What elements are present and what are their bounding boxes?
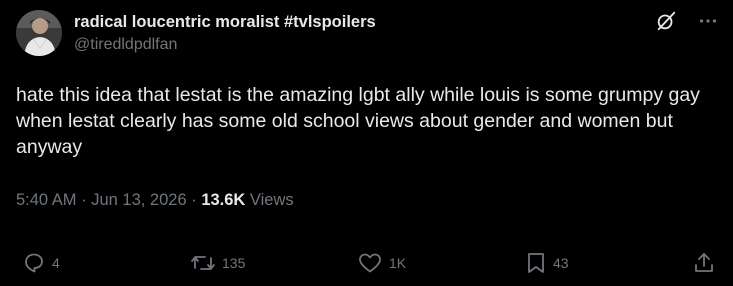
profile-photo-icon	[16, 10, 62, 56]
reply-icon	[25, 253, 43, 273]
tweet-date[interactable]: Jun 13, 2026	[91, 191, 186, 209]
tweet-text: hate this idea that lestat is the amazin…	[16, 84, 700, 158]
bookmark-icon	[528, 253, 544, 273]
grok-icon	[657, 11, 676, 31]
like-count: 1K	[389, 255, 407, 271]
repost-count: 135	[222, 255, 246, 271]
like-button[interactable]: 1K	[357, 248, 406, 278]
tweet-meta: 5:40 AM · Jun 13, 2026 · 13.6K Views	[16, 189, 294, 211]
bookmark-count: 43	[553, 255, 569, 271]
repost-icon	[191, 256, 215, 270]
display-name[interactable]: radical loucentric moralist #tvlspoilers	[74, 11, 376, 33]
header-actions	[655, 10, 719, 32]
tweet-time[interactable]: 5:40 AM	[16, 191, 77, 209]
bookmark-button[interactable]: 43	[525, 248, 569, 278]
heart-icon	[359, 253, 381, 273]
more-icon	[699, 19, 717, 23]
meta-separator: ·	[186, 191, 202, 209]
views-count: 13.6K	[201, 191, 246, 209]
reply-button[interactable]: 4	[22, 248, 60, 278]
repost-button[interactable]: 135	[190, 248, 245, 278]
more-button[interactable]	[697, 10, 719, 32]
action-bar: 4 135 1K 43	[0, 248, 733, 278]
grok-button[interactable]	[655, 10, 677, 32]
share-button[interactable]	[692, 248, 716, 278]
reply-count: 4	[52, 255, 60, 271]
author-info: radical loucentric moralist #tvlspoilers…	[74, 11, 376, 56]
avatar[interactable]	[16, 10, 62, 56]
views-label: Views	[245, 191, 294, 209]
tweet-card: radical loucentric moralist #tvlspoilers…	[0, 0, 733, 286]
meta-separator: ·	[76, 191, 92, 209]
share-icon	[695, 253, 713, 272]
handle[interactable]: @tiredldpdlfan	[74, 34, 376, 56]
